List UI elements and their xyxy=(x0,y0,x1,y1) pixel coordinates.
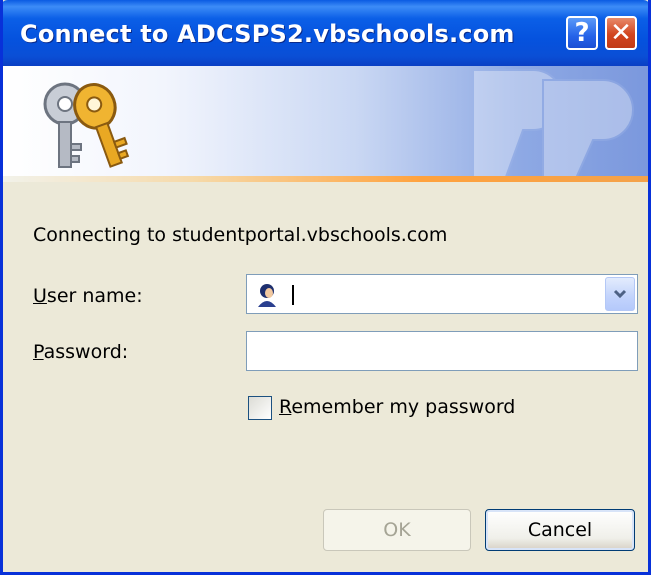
password-field[interactable] xyxy=(246,331,638,371)
username-label-accesskey: U xyxy=(33,285,47,307)
password-label: Password: xyxy=(33,341,128,363)
banner-divider xyxy=(3,176,648,182)
ok-button[interactable]: OK xyxy=(323,509,471,551)
text-caret xyxy=(292,285,294,305)
dropdown-button[interactable] xyxy=(605,277,635,311)
close-button[interactable]: ✕ xyxy=(605,16,637,50)
cancel-button[interactable]: Cancel xyxy=(485,509,635,551)
keys-icon xyxy=(43,82,130,168)
username-combobox[interactable] xyxy=(246,274,638,314)
chevron-down-icon xyxy=(613,289,627,299)
close-icon: ✕ xyxy=(610,18,632,48)
help-button[interactable]: ? xyxy=(566,16,598,50)
connection-message: Connecting to studentportal.vbschools.co… xyxy=(33,224,448,246)
header-banner xyxy=(3,66,648,182)
keys-watermark-icon xyxy=(472,69,634,182)
remember-password-label[interactable]: Remember my password xyxy=(279,396,515,418)
username-label-text: ser name: xyxy=(46,285,143,307)
title-bar[interactable]: Connect to ADCSPS2.vbschools.com ? ✕ xyxy=(3,0,648,66)
user-icon xyxy=(258,284,276,307)
password-label-accesskey: P xyxy=(33,341,44,363)
window-title: Connect to ADCSPS2.vbschools.com xyxy=(20,20,515,48)
remember-password-checkbox[interactable] xyxy=(248,396,272,420)
username-label: User name: xyxy=(33,285,143,307)
remember-label-text: emember my password xyxy=(291,396,516,418)
help-icon: ? xyxy=(574,18,590,48)
dialog-window: Connect to ADCSPS2.vbschools.com ? ✕ Con… xyxy=(0,0,651,575)
password-label-text: assword: xyxy=(43,341,129,363)
remember-label-accesskey: R xyxy=(279,396,292,418)
